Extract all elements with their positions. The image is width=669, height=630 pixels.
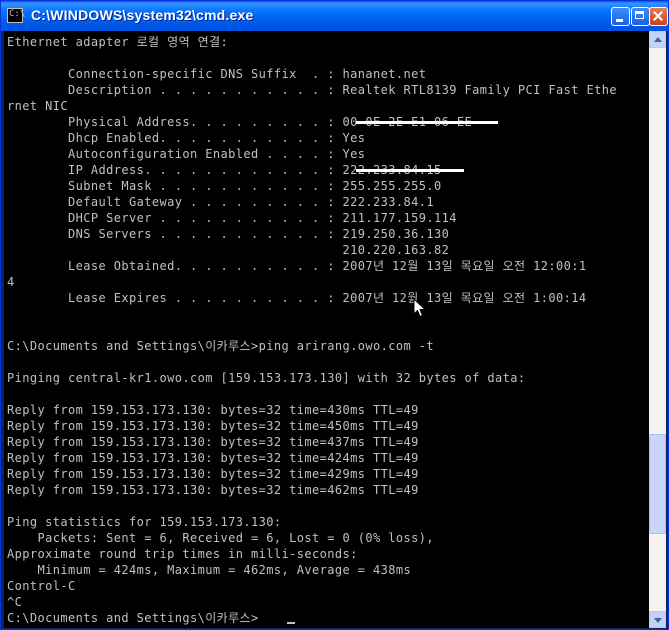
console-line: Reply from 159.153.173.130: bytes=32 tim… xyxy=(7,403,419,417)
console-line: Reply from 159.153.173.130: bytes=32 tim… xyxy=(7,435,419,449)
cmd-window: C:\ C:\WINDOWS\system32\cmd.exe Ethernet… xyxy=(0,0,669,630)
console-line: Dhcp Enabled. . . . . . . . . . . : Yes xyxy=(7,131,366,145)
title-bar[interactable]: C:\ C:\WINDOWS\system32\cmd.exe xyxy=(1,1,668,31)
console-line: ^C xyxy=(7,595,23,609)
console-line: 210.220.163.82 xyxy=(7,243,450,257)
console-line: Reply from 159.153.173.130: bytes=32 tim… xyxy=(7,451,419,465)
text-cursor xyxy=(287,622,295,624)
console-line: Autoconfiguration Enabled . . . . : Yes xyxy=(7,147,366,161)
console-line: Default Gateway . . . . . . . . . : 222.… xyxy=(7,195,434,209)
scroll-up-arrow-icon xyxy=(654,37,662,42)
app-icon-glyph: C:\ xyxy=(9,9,26,19)
console-line: Reply from 159.153.173.130: bytes=32 tim… xyxy=(7,483,419,497)
console-line: Subnet Mask . . . . . . . . . . . : 255.… xyxy=(7,179,442,193)
scroll-down-arrow-icon xyxy=(654,618,662,623)
console-line: Lease Obtained. . . . . . . . . . : 2007… xyxy=(7,259,587,273)
console-line: Description . . . . . . . . . . . : Real… xyxy=(7,83,617,97)
redaction-scribble-mac xyxy=(356,121,498,124)
console-line: C:\Documents and Settings\이카루스>ping arir… xyxy=(7,339,434,353)
redaction-scribble-ip xyxy=(356,169,464,172)
console-line: DNS Servers . . . . . . . . . . . : 219.… xyxy=(7,227,450,241)
console-line: 4 xyxy=(7,275,15,289)
console-line: Lease Expires . . . . . . . . . . : 2007… xyxy=(7,291,587,305)
vertical-scrollbar[interactable] xyxy=(649,31,666,628)
console-line: Reply from 159.153.173.130: bytes=32 tim… xyxy=(7,467,419,481)
console-line: Approximate round trip times in milli-se… xyxy=(7,547,358,561)
maximize-icon xyxy=(632,8,649,25)
console-line: DHCP Server . . . . . . . . . . . : 211.… xyxy=(7,211,457,225)
close-button[interactable] xyxy=(649,7,668,26)
mouse-pointer-icon xyxy=(413,298,427,318)
close-icon xyxy=(650,8,667,25)
console-line: rnet NIC xyxy=(7,99,68,113)
console-line: Ethernet adapter 로컬 영역 연결: xyxy=(7,35,229,49)
maximize-button[interactable] xyxy=(631,7,650,26)
cmd-app-icon[interactable]: C:\ xyxy=(7,8,26,23)
console-line: Ping statistics for 159.153.173.130: xyxy=(7,515,282,529)
console-line: Reply from 159.153.173.130: bytes=32 tim… xyxy=(7,419,419,433)
scroll-down-button[interactable] xyxy=(649,611,666,628)
minimize-icon xyxy=(612,8,629,25)
scroll-up-button[interactable] xyxy=(649,31,666,48)
console-line: Packets: Sent = 6, Received = 6, Lost = … xyxy=(7,531,434,545)
scroll-thumb[interactable] xyxy=(649,434,666,534)
console-line: C:\Documents and Settings\이카루스> xyxy=(7,611,259,625)
window-title: C:\WINDOWS\system32\cmd.exe xyxy=(31,7,254,23)
console-line: Pinging central-kr1.owo.com [159.153.173… xyxy=(7,371,526,385)
console-line: Connection-specific DNS Suffix . : hanan… xyxy=(7,67,427,81)
console-line: Minimum = 424ms, Maximum = 462ms, Averag… xyxy=(7,563,412,577)
minimize-button[interactable] xyxy=(611,7,630,26)
console-output[interactable]: Ethernet adapter 로컬 영역 연결: Connection-sp… xyxy=(4,31,649,628)
console-line: Control-C xyxy=(7,579,76,593)
